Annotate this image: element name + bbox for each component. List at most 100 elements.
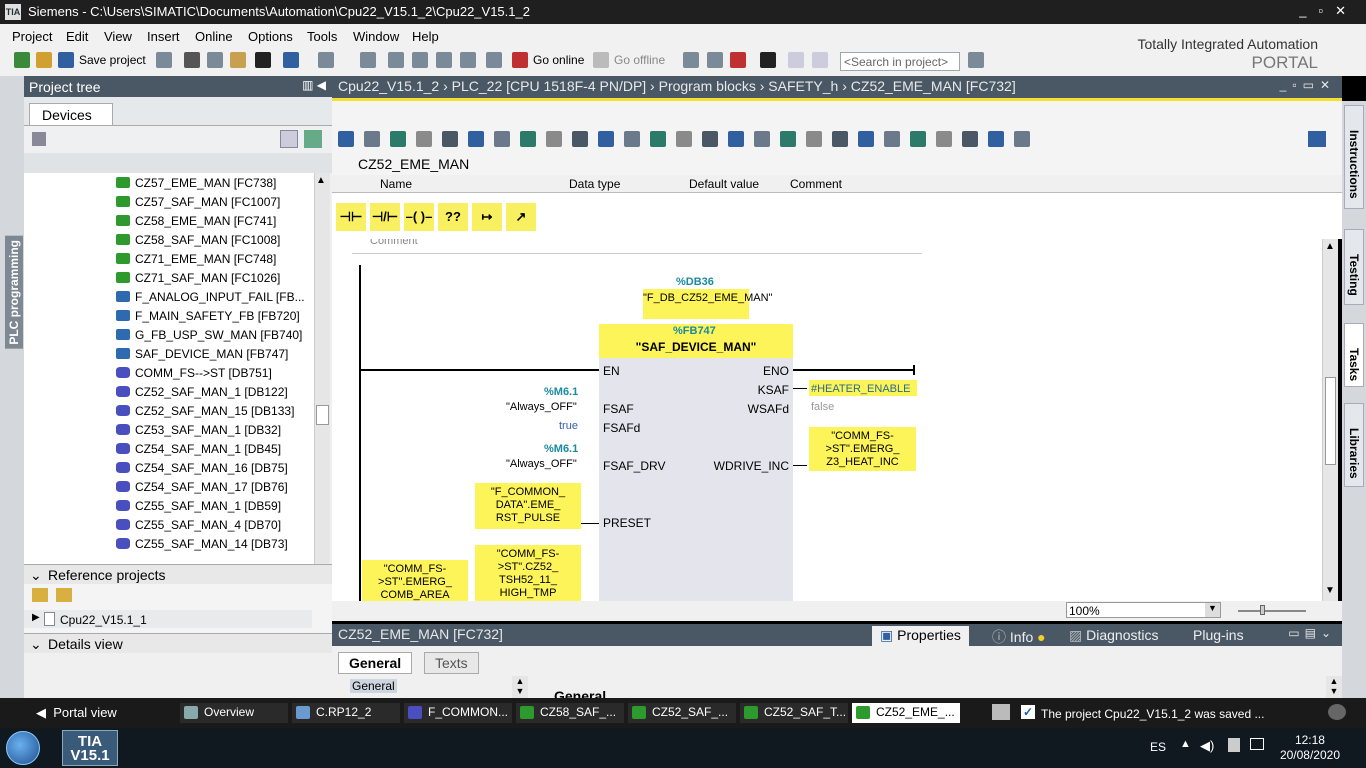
cross-reference-icon[interactable] [760,52,776,68]
delete-icon[interactable] [255,52,271,68]
menu-help[interactable]: Help [412,29,439,44]
minimize-button[interactable]: _ [1299,3,1318,18]
open-branch-button[interactable]: ↦ [472,203,502,231]
monitoring-icon[interactable] [707,52,723,68]
go-online-icon[interactable] [512,52,528,68]
tree-item[interactable]: CZ57_SAF_MAN [FC1007] [24,192,314,211]
tab-plug-ins[interactable]: Plug-ins [1185,626,1252,646]
ksaf-tag[interactable]: #HEATER_ENABLE [809,380,917,396]
tree-item[interactable]: CZ53_SAF_MAN_1 [DB32] [24,420,314,439]
fsaf-tag[interactable]: "Always_OFF" [506,401,577,413]
add-device-icon[interactable] [304,130,322,148]
diagnostics-icon[interactable] [683,52,699,68]
upload-icon[interactable] [412,52,428,68]
tab-crp12[interactable]: C.RP12_2 [292,703,400,723]
tree-item[interactable]: CZ71_SAF_MAN [FC1026] [24,268,314,287]
stop-simulation-icon[interactable] [460,52,476,68]
download-icon[interactable] [388,52,404,68]
tab-f-common[interactable]: F_COMMON... [404,703,512,723]
language-indicator[interactable]: ES [1150,740,1166,754]
col-name[interactable]: Name [380,177,412,191]
open-icon[interactable] [910,131,926,147]
paste-icon[interactable] [230,52,246,68]
window-controls[interactable]: _▫✕ [1299,3,1358,19]
comment-icon[interactable] [546,131,562,147]
search-icon[interactable] [968,52,984,68]
list-icon[interactable] [676,131,692,147]
insert-row-icon[interactable] [390,131,406,147]
close-reference-icon[interactable] [56,588,72,602]
ladder-canvas[interactable]: Comment %DB36 "F_DB_CZ52_EME_MAN" %FB747… [332,239,1322,601]
compile-icon[interactable] [360,52,376,68]
tree-item[interactable]: CZ54_SAF_MAN_16 [DB75] [24,458,314,477]
save-icon[interactable] [58,52,74,68]
favorite-star-icon[interactable] [702,131,718,147]
prev-error-icon[interactable] [624,131,640,147]
tree-item[interactable]: CZ71_EME_MAN [FC748] [24,249,314,268]
no-contact-button[interactable]: ⊣⊢ [336,203,366,231]
ref-project-item[interactable]: Cpu22_V15.1_1 [60,613,147,627]
next-error-icon[interactable] [650,131,666,147]
snapshot-icon[interactable] [962,131,978,147]
delete-network-icon[interactable] [364,131,380,147]
insert-network-icon[interactable] [338,131,354,147]
nav-scrollbar[interactable]: ▲ ▼ [512,676,528,698]
cut-icon[interactable] [184,52,200,68]
tree-item[interactable]: SAF_DEVICE_MAN [FB747] [24,344,314,363]
fsafd-value[interactable]: true [559,420,578,432]
zoom-select[interactable]: 100% ▼ [1066,602,1221,618]
bottom-tag-tsh52[interactable]: "COMM_FS- >ST".CZ52_ TSH52_11_ HIGH_TMP [475,545,581,601]
monitor-icon[interactable] [780,131,796,147]
table-view-icon[interactable] [280,130,298,148]
scroll-up-icon[interactable]: ▲ [1325,241,1335,252]
undo-icon[interactable] [283,52,299,68]
overview-icon[interactable] [1308,131,1326,147]
call-icon[interactable] [858,131,874,147]
menu-online[interactable]: Online [195,29,233,44]
tab-info[interactable]: ⓘ Info ● [984,626,1054,646]
subtab-texts[interactable]: Texts [424,652,479,674]
taskbar-tia-portal[interactable]: TIA V15.1 [62,730,118,766]
tab-diagnostics[interactable]: ▨ Diagnostics [1061,626,1167,646]
zoom-slider[interactable] [1238,610,1306,612]
tab-instructions[interactable]: Instructions [1344,105,1364,209]
wdrive-inc-tag[interactable]: "COMM_FS- >ST".EMERG_ Z3_HEAT_INC [809,427,916,471]
menu-tools[interactable]: Tools [307,29,337,44]
preset-tag[interactable]: "F_COMMON_ DATA".EME_ RST_PULSE [475,483,581,529]
zoom-slider-thumb[interactable] [1260,605,1265,615]
go-offline-button[interactable]: Go offline [614,53,665,67]
expand-all-icon[interactable] [32,132,46,146]
col-comment[interactable]: Comment [790,177,842,191]
menu-view[interactable]: View [104,29,132,44]
start-button[interactable] [6,731,40,765]
tray-show-hidden-icon[interactable]: ▲ [1180,738,1191,750]
clock[interactable]: 12:18 20/08/2020 [1280,733,1340,763]
save-project-button[interactable]: Save project [79,53,146,67]
tree-item[interactable]: CZ55_SAF_MAN_14 [DB73] [24,534,314,553]
split-horizontal-icon[interactable] [788,52,804,68]
nav-item-general[interactable]: General [350,679,397,693]
reference-projects-header[interactable]: ⌄ Reference projects [24,564,332,584]
menu-project[interactable]: Project [12,29,52,44]
inspector-controls[interactable]: ▭▤⌄ [1288,626,1336,640]
print-icon[interactable] [156,52,172,68]
wsafd-value[interactable]: false [811,401,834,413]
scroll-thumb[interactable] [1325,377,1336,465]
bottom-tag-emerg-comb[interactable]: "COMM_FS- >ST".EMERG_ COMB_AREA [362,560,468,601]
details-view-header[interactable]: ⌄ Details view [24,633,332,653]
tree-item[interactable]: CZ55_SAF_MAN_4 [DB70] [24,515,314,534]
tree-item[interactable]: COMM_FS-->ST [DB751] [24,363,314,382]
task-list-icon[interactable] [992,704,1010,720]
tab-overview[interactable]: Overview [180,703,288,723]
maximize-button[interactable]: ▫ [1318,3,1335,18]
instance-db-name[interactable]: "F_DB_CZ52_EME_MAN" [643,289,772,319]
editor-window-controls[interactable]: _▫▭✕ [1280,78,1336,92]
db-icon[interactable] [1014,131,1030,147]
canvas-scrollbar[interactable]: ▲ ▼ [1322,239,1338,601]
chevron-right-icon[interactable]: ▶ [32,612,40,623]
network-comment[interactable]: Comment [370,239,418,247]
tree-item[interactable]: CZ58_SAF_MAN [FC1008] [24,230,314,249]
fb-box[interactable]: %FB747 "SAF_DEVICE_MAN" EN FSAF FSAFd FS… [599,324,793,601]
plc-programming-tab[interactable]: PLC programming [5,236,23,349]
tree-item[interactable]: G_FB_USP_SW_MAN [FB740] [24,325,314,344]
